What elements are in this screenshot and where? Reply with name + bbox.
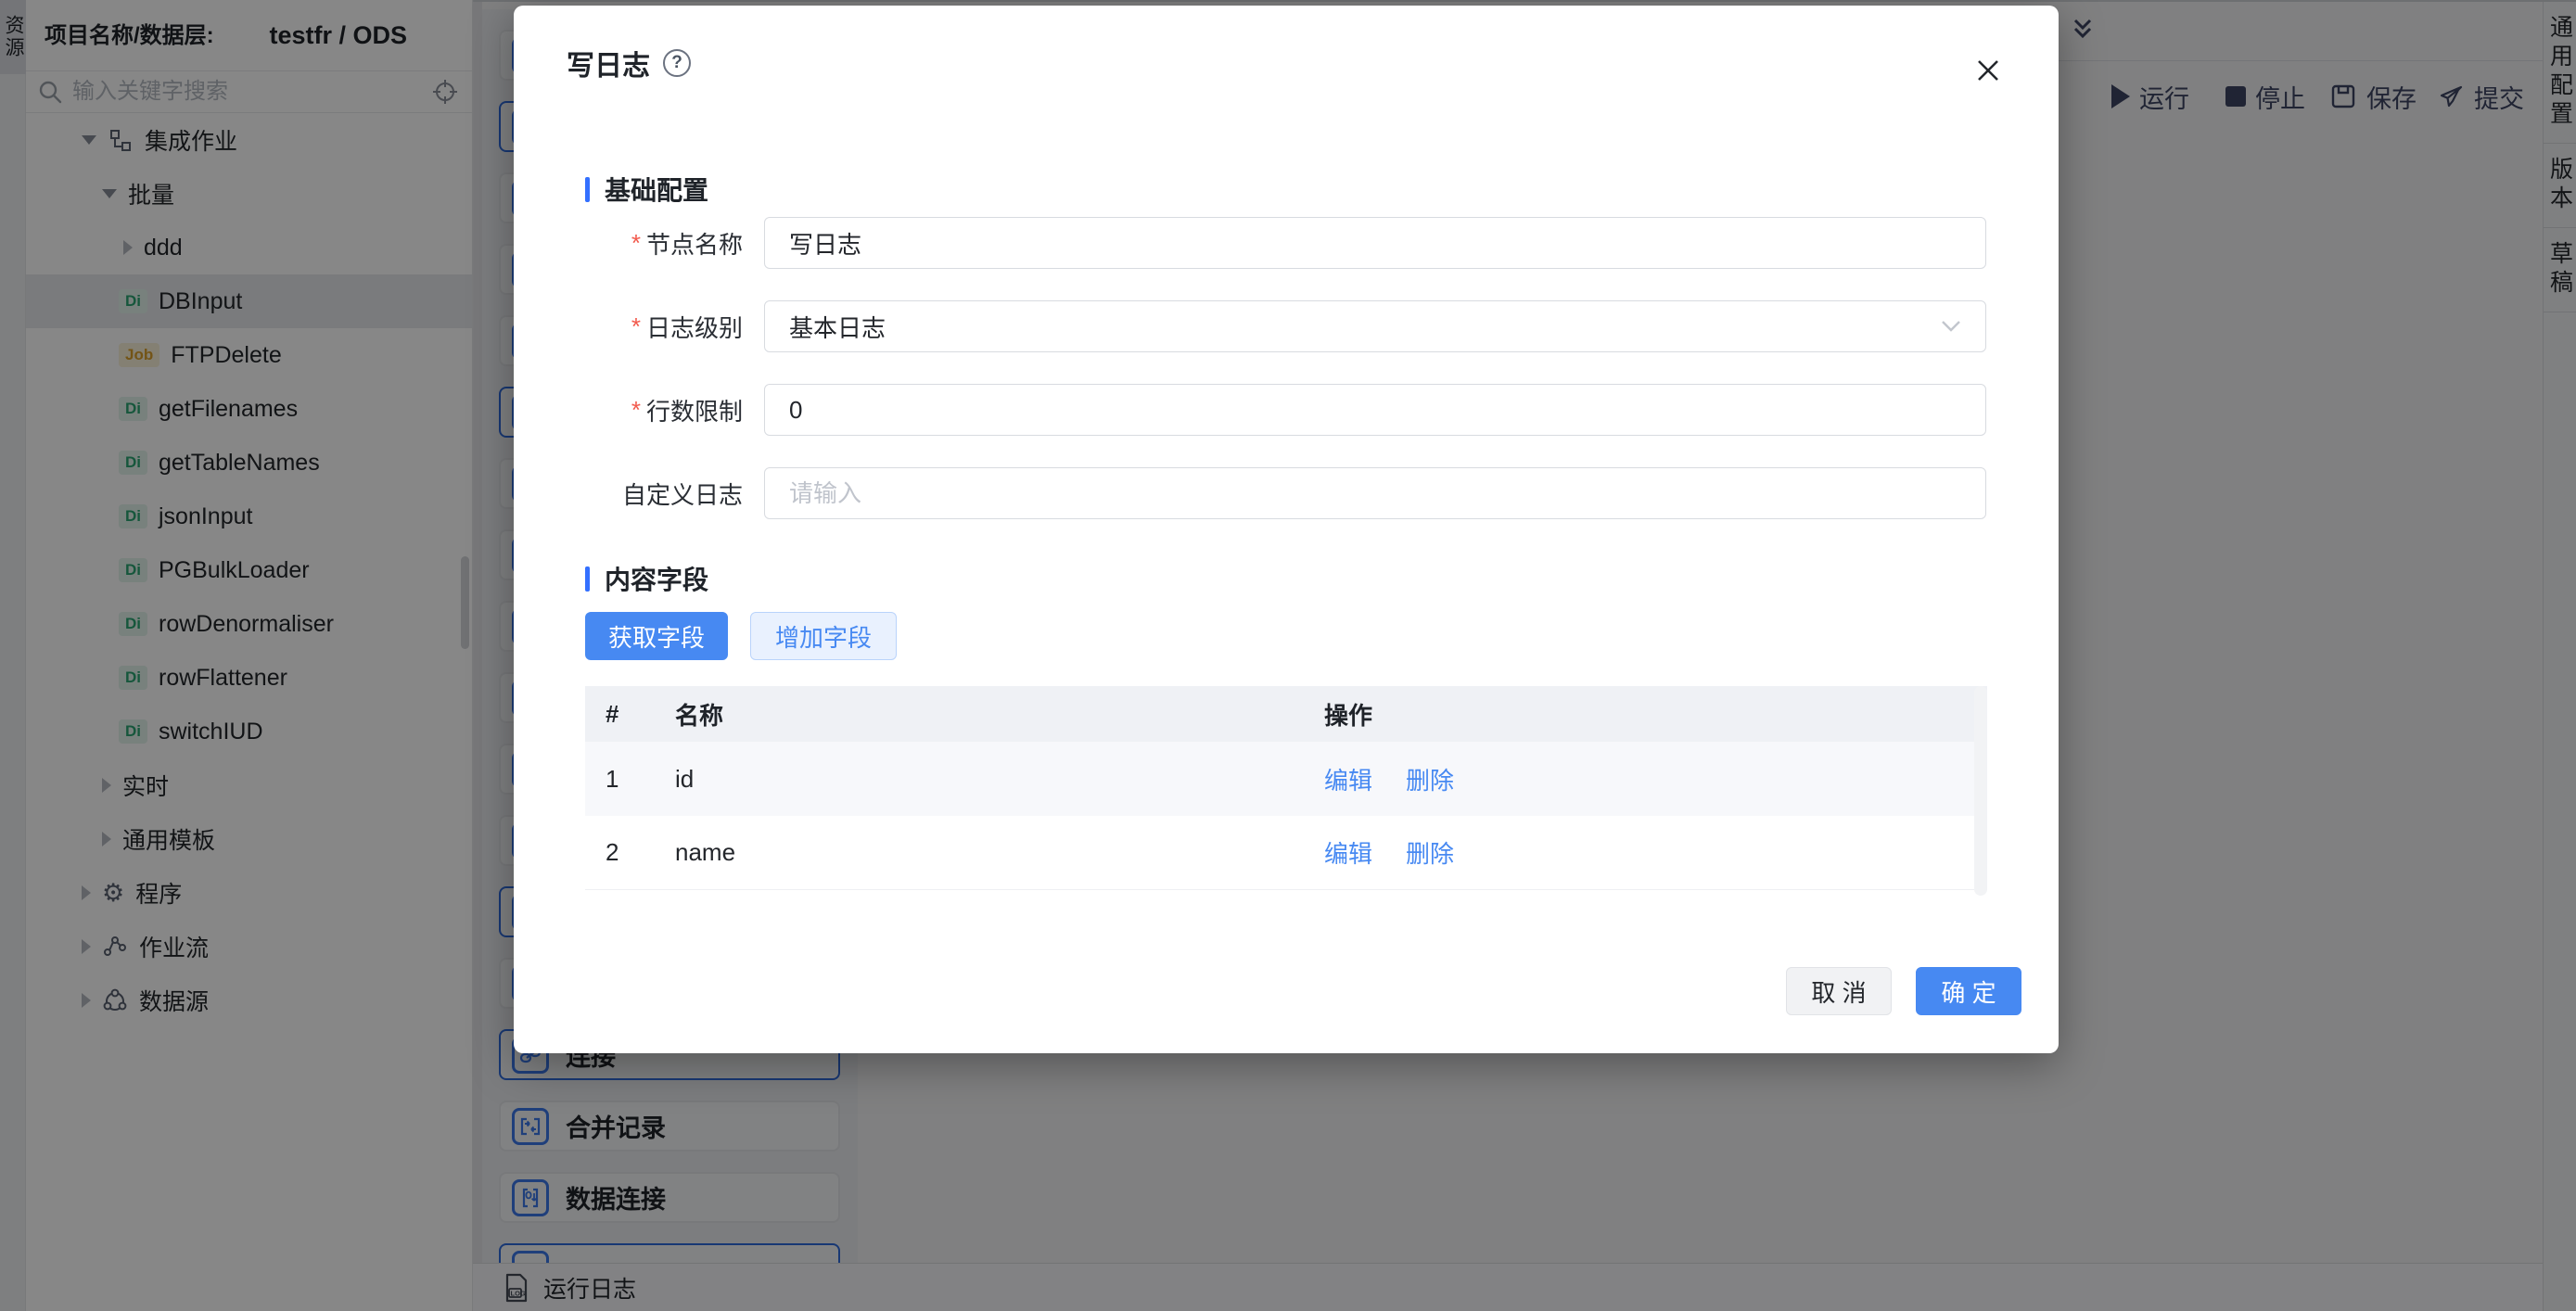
col-header-actions: 操作 [1324,697,1372,732]
node-name-field-wrap [764,217,1986,269]
help-icon[interactable]: ? [663,49,691,77]
section-bar [585,566,590,592]
delete-link[interactable]: 删除 [1406,835,1454,870]
field-row-custom-log: 自定义日志 [514,467,2059,519]
node-name-label: * 节点名称 [514,217,743,269]
cell-index: 2 [585,838,675,867]
log-level-select[interactable]: 基本日志 [764,300,1986,352]
col-header-index: # [585,700,675,729]
add-field-button[interactable]: 增加字段 [750,612,897,660]
custom-log-label-text: 自定义日志 [622,477,743,511]
cancel-button[interactable]: 取 消 [1786,967,1892,1015]
section-content-label: 内容字段 [605,560,708,597]
section-content-fields: 内容字段 [585,560,708,597]
cell-name: name [675,838,1324,867]
table-row: 1 id 编辑 删除 [585,742,1987,816]
delete-link[interactable]: 删除 [1406,762,1454,796]
required-mark: * [631,396,641,425]
dialog-title: 写日志 [567,43,650,83]
row-limit-label-text: 行数限制 [646,393,743,427]
ok-button[interactable]: 确 定 [1916,967,2021,1015]
row-limit-label: * 行数限制 [514,384,743,436]
custom-log-label: 自定义日志 [514,467,743,519]
dialog-header: 写日志 ? [567,43,691,83]
fetch-fields-button[interactable]: 获取字段 [585,612,728,660]
field-row-row-limit: * 行数限制 [514,384,2059,436]
required-mark: * [631,312,641,341]
write-log-dialog: 写日志 ? 基础配置 * 节点名称 * 日志级别 基本日志 [514,6,2059,1053]
app-root: 资源 项目名称/数据层: testfr / ODS 集成作业 [0,0,2576,1311]
node-name-input[interactable] [789,229,1961,258]
section-basic-config: 基础配置 [585,171,708,208]
log-level-value: 基本日志 [789,310,886,344]
chevron-down-icon [1941,320,1961,333]
col-header-name: 名称 [675,697,1324,732]
row-limit-field-wrap [764,384,1986,436]
custom-log-field-wrap [764,467,1986,519]
custom-log-input[interactable] [789,479,1961,508]
table-row: 2 name 编辑 删除 [585,816,1987,890]
edit-link[interactable]: 编辑 [1324,835,1372,870]
cell-index: 1 [585,765,675,794]
close-icon[interactable] [1971,54,2005,87]
section-bar [585,177,590,202]
required-mark: * [631,229,641,258]
field-row-node-name: * 节点名称 [514,217,2059,269]
log-level-label-text: 日志级别 [646,310,743,344]
fields-table: # 名称 操作 1 id 编辑 删除 2 name 编辑 删除 [585,686,1987,896]
row-limit-input[interactable] [789,396,1961,425]
field-row-log-level: * 日志级别 基本日志 [514,300,2059,352]
cell-name: id [675,765,1324,794]
edit-link[interactable]: 编辑 [1324,762,1372,796]
section-basic-label: 基础配置 [605,171,708,208]
node-name-label-text: 节点名称 [646,226,743,261]
table-scrollbar[interactable] [1974,686,1987,896]
table-header-row: # 名称 操作 [585,686,1987,742]
log-level-label: * 日志级别 [514,300,743,352]
